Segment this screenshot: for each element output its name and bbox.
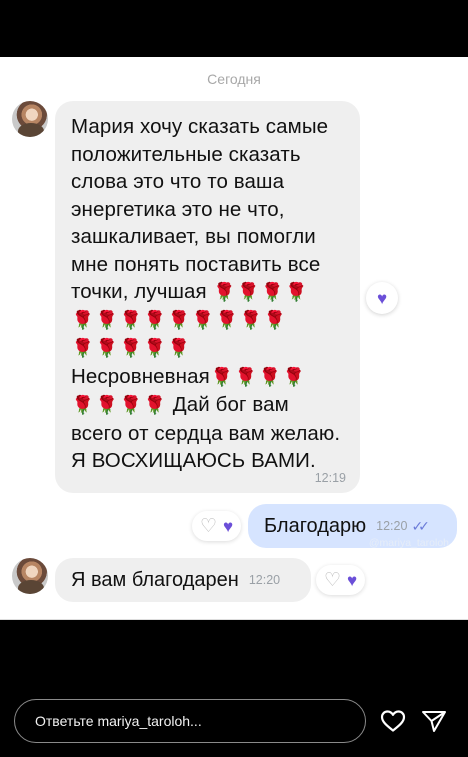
rose-icon: 🌹 [282,366,306,387]
rose-icon: 🌹 [210,366,234,387]
rose-icon: 🌹 [71,310,95,331]
reply-placeholder: Ответьте mariya_taroloh... [35,713,202,729]
heart-outline-icon[interactable]: ♡ [200,517,217,536]
rose-icon: 🌹 [191,310,215,331]
sender-avatar[interactable] [12,101,48,137]
rose-icon: 🌹 [119,338,143,359]
incoming-message-bubble[interactable]: Я вам благодарен 12:20 [55,558,311,602]
rose-icon: 🌹 [167,310,191,331]
purple-heart-icon: ♥ [376,288,388,308]
double-check-icon: ✓✓ [411,517,430,534]
outgoing-message-bubble[interactable]: Благодарю 12:20 ✓✓ @mariya_taroloh [248,504,457,549]
rose-icon: 🌹 [215,310,239,331]
rose-icon: 🌹 [95,338,119,359]
rose-icon: 🌹 [71,338,95,359]
rose-icon: 🌹 [143,395,167,416]
message-text: Я вам благодарен [71,568,239,591]
purple-heart-icon[interactable]: ♥ [347,572,357,589]
rose-icon: 🌹 [285,281,308,302]
reaction-bar[interactable]: ♡ ♥ [316,565,366,595]
rose-icon: 🌹 [213,281,236,302]
message-text: Благодарю [264,514,367,537]
share-button[interactable] [419,706,449,736]
rose-icon: 🌹 [95,395,119,416]
sender-avatar[interactable] [12,558,48,594]
reply-input[interactable]: Ответьте mariya_taroloh... [14,699,366,743]
rose-icon: 🌹 [234,366,258,387]
rose-icon: 🌹 [258,366,282,387]
purple-heart-icon[interactable]: ♥ [223,518,233,535]
rose-icon: 🌹 [119,395,143,416]
message-text: Мария хочу сказать самые положительные ск… [71,115,346,473]
message-time: 12:20 [376,519,408,533]
heart-outline-icon[interactable]: ♡ [324,571,341,590]
date-separator: Сегодня [207,71,261,87]
rose-icon: 🌹 [119,310,143,331]
heart-outline-icon [380,710,406,732]
rose-icon: 🌹 [167,338,191,359]
incoming-message-bubble[interactable]: Мария хочу сказать самые положительные ск… [55,101,360,493]
rose-icon: 🌹 [237,281,260,302]
message-time: 12:20 [248,573,281,587]
watermark: @mariya_taroloh [368,537,449,549]
rose-icon: 🌹 [143,338,167,359]
reaction-bar[interactable]: ♡ ♥ [192,511,242,541]
reaction-badge[interactable]: ♥ [366,282,398,314]
chat-screenshot: Сегодня Мария хочу сказать самые положите… [0,57,468,620]
rose-icon: 🌹 [71,395,95,416]
rose-icon: 🌹 [95,310,119,331]
like-button[interactable] [378,706,408,736]
rose-icon: 🌹 [239,310,263,331]
rose-icon: 🌹 [143,310,167,331]
message-time: 12:19 [314,471,346,485]
rose-icon: 🌹 [263,310,287,331]
rose-icon: 🌹 [261,281,284,302]
send-paper-plane-icon [422,711,446,732]
